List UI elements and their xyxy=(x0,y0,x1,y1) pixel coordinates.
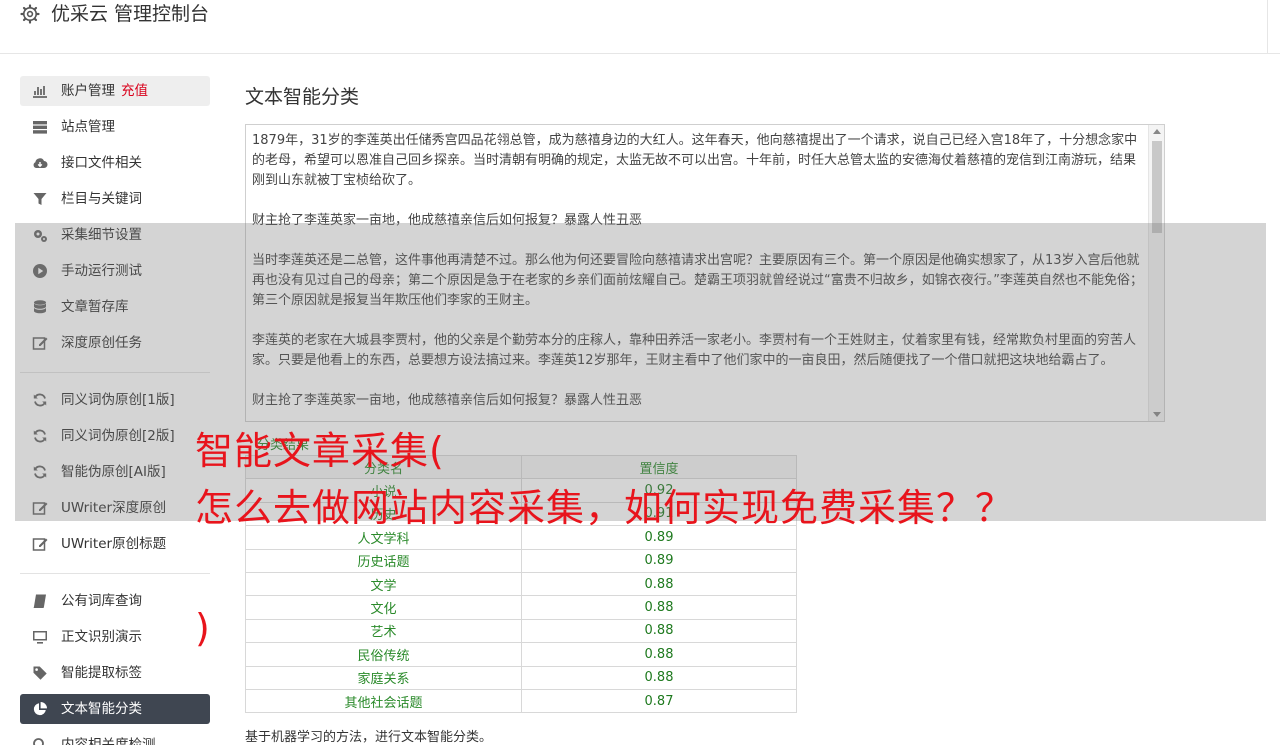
sidebar-item-label: 栏目与关键词 xyxy=(61,191,142,207)
recharge-link[interactable]: 充值 xyxy=(121,83,148,99)
confidence-cell: 0.88 xyxy=(521,665,797,690)
confidence-cell: 0.87 xyxy=(521,688,797,714)
overlay-headline-line2: 怎么去做网站内容采集，如何实现免费采集？？ xyxy=(195,486,1015,530)
top-bar: 优采云 管理控制台 xyxy=(0,0,1280,54)
sidebar-item-label: 文本智能分类 xyxy=(61,701,142,717)
category-cell: 民俗传统 xyxy=(245,642,522,667)
sidebar-item-public-lexicon[interactable]: 公有词库查询 xyxy=(20,586,210,616)
sidebar-item-uwriter-title[interactable]: UWriter原创标题 xyxy=(20,529,210,559)
table-row: 历史话题 0.89 xyxy=(245,548,797,573)
cloud-download-icon xyxy=(33,158,48,168)
scroll-thumb[interactable] xyxy=(1152,141,1162,233)
gear-icon xyxy=(20,4,40,24)
sidebar-item-label: UWriter原创标题 xyxy=(61,536,167,552)
overlay-headline-line3: ) xyxy=(195,606,211,650)
sidebar-item-extract-tags[interactable]: 智能提取标签 xyxy=(20,658,210,688)
server-icon xyxy=(33,121,47,134)
sidebar-item-label: 公有词库查询 xyxy=(61,593,142,609)
scroll-up-icon[interactable] xyxy=(1153,129,1161,134)
sidebar-item-label: 正文识别演示 xyxy=(61,629,142,645)
monitor-icon xyxy=(33,631,47,644)
pie-chart-icon xyxy=(33,702,47,716)
method-note: 基于机器学习的方法，进行文本智能分类。 xyxy=(245,730,493,745)
table-row: 其他社会话题 0.87 xyxy=(245,688,797,714)
sidebar-item-label: 账户管理 xyxy=(61,83,115,99)
confidence-cell: 0.88 xyxy=(521,618,797,644)
category-cell: 家庭关系 xyxy=(245,665,522,690)
sidebar-item-columns-keywords[interactable]: 栏目与关键词 xyxy=(20,184,210,214)
sidebar-item-label: 内容相关度检测 xyxy=(61,737,156,745)
edit-icon xyxy=(32,538,48,551)
sidebar-item-body-recognition[interactable]: 正文识别演示 xyxy=(20,622,210,652)
table-row: 文学 0.88 xyxy=(245,571,797,597)
sidebar-item-label: 站点管理 xyxy=(61,119,115,135)
sidebar-item-account[interactable]: 账户管理 充值 xyxy=(20,76,210,106)
search-icon xyxy=(33,738,44,745)
category-cell: 历史话题 xyxy=(245,548,522,573)
category-cell: 艺术 xyxy=(245,618,522,644)
confidence-cell: 0.88 xyxy=(521,642,797,667)
text-paragraph: 1879年，31岁的李莲英出任储秀宫四品花翎总管，成为慈禧身边的大红人。这年春天… xyxy=(252,133,1138,188)
table-row: 文化 0.88 xyxy=(245,595,797,620)
table-row: 民俗传统 0.88 xyxy=(245,642,797,667)
sidebar-item-text-classify[interactable]: 文本智能分类 xyxy=(20,694,210,724)
bar-chart-icon xyxy=(33,86,47,98)
overlay-band xyxy=(15,223,1266,521)
confidence-cell: 0.89 xyxy=(521,548,797,573)
app-title: 优采云 管理控制台 xyxy=(51,3,210,25)
table-row: 家庭关系 0.88 xyxy=(245,665,797,690)
category-cell: 文化 xyxy=(245,595,522,620)
table-row: 艺术 0.88 xyxy=(245,618,797,644)
sidebar-item-label: 智能提取标签 xyxy=(61,665,142,681)
page-title: 文本智能分类 xyxy=(245,86,360,108)
sidebar-item-label: 接口文件相关 xyxy=(61,155,142,171)
overlay-headline-line1: 智能文章采集( xyxy=(195,429,445,473)
confidence-cell: 0.88 xyxy=(521,595,797,620)
confidence-cell: 0.88 xyxy=(521,571,797,597)
category-cell: 其他社会话题 xyxy=(245,688,522,714)
book-icon xyxy=(33,594,46,608)
topbar-edge xyxy=(1267,0,1268,54)
sidebar-item-sites[interactable]: 站点管理 xyxy=(20,112,210,142)
filter-icon xyxy=(33,193,47,205)
sidebar-divider xyxy=(20,573,210,574)
sidebar-item-relevance-check[interactable]: 内容相关度检测 xyxy=(20,730,210,745)
category-cell: 文学 xyxy=(245,571,522,597)
tag-icon xyxy=(33,666,47,680)
sidebar-item-interface-files[interactable]: 接口文件相关 xyxy=(20,148,210,178)
